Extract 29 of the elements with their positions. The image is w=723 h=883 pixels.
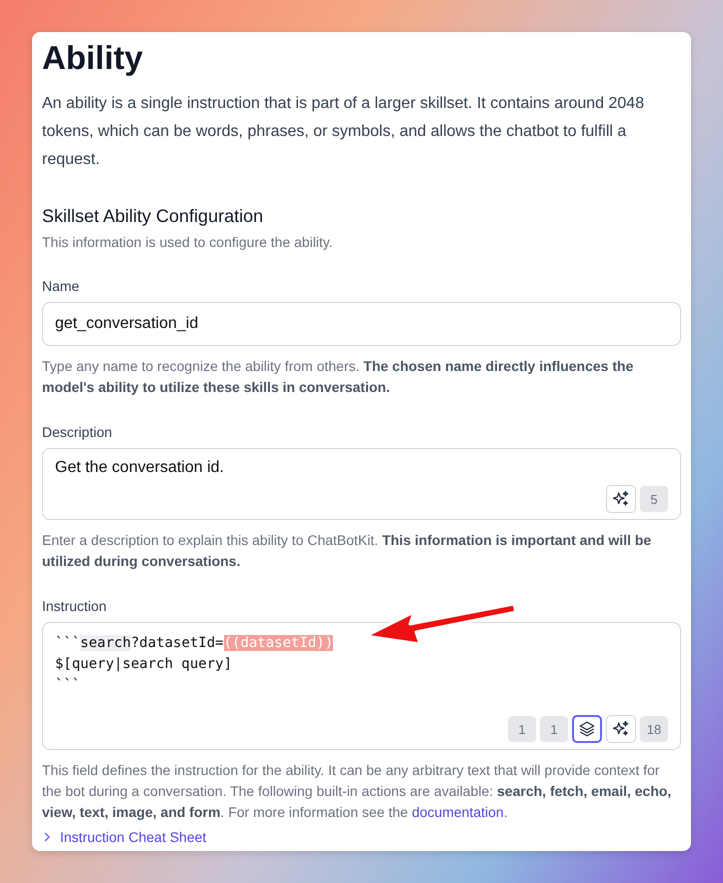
documentation-link[interactable]: documentation <box>412 804 504 820</box>
description-textarea[interactable]: Get the conversation id. 5 <box>42 448 681 520</box>
layers-icon <box>578 720 596 738</box>
field-label: Description <box>42 423 114 442</box>
layers-button[interactable] <box>572 715 602 743</box>
field-label: Instruction <box>42 597 108 616</box>
code-line: ``` <box>55 676 82 695</box>
intro-text: An ability is a single instruction that is part of a larger skillset. It contains around 2048 tokens, which can be words, phrases, or symbols, and allows the chatbot to fulfill a request. <box>42 94 646 170</box>
sparkle-icon <box>612 490 630 508</box>
name-input[interactable]: get_conversation_id <box>42 302 681 346</box>
section-heading: Skillset Ability Configuration <box>42 205 264 228</box>
cheat-sheet-toggle[interactable]: Instruction Cheat Sheet <box>42 829 206 845</box>
help-text: This field defines the instruction for the ability. It can be any arbitrary text that will provide context for the bot during a conversation. The following built-in actions are available: search, fetch, email, echo, view, text, image, and form. For more information see the documentation. <box>42 761 672 822</box>
sparkle-icon <box>612 720 630 738</box>
help-text: Type any name to recognize the ability from others. The chosen name directly influences the model's ability to utilize these skills in conversation. <box>42 357 634 397</box>
generate-button[interactable] <box>606 715 636 743</box>
counter: 1 <box>540 716 568 742</box>
token-count: 18 <box>640 716 668 742</box>
generate-button[interactable] <box>606 485 636 513</box>
section-subheading: This information is used to configure the ability. <box>42 233 334 252</box>
help-text: Enter a description to explain this ability to ChatBotKit. This information is important and will be utilized during conversations. <box>42 531 652 571</box>
code-line: ```search?datasetId=((datasetId)) <box>55 634 334 653</box>
code-line: $[query|search query] <box>55 655 234 674</box>
description-value: Get the conversation id. <box>55 459 225 477</box>
page-title: Ability <box>42 38 144 78</box>
counter: 1 <box>508 716 536 742</box>
field-label: Name <box>42 277 80 296</box>
chevron-icon <box>42 832 52 842</box>
token-count: 5 <box>640 486 668 512</box>
